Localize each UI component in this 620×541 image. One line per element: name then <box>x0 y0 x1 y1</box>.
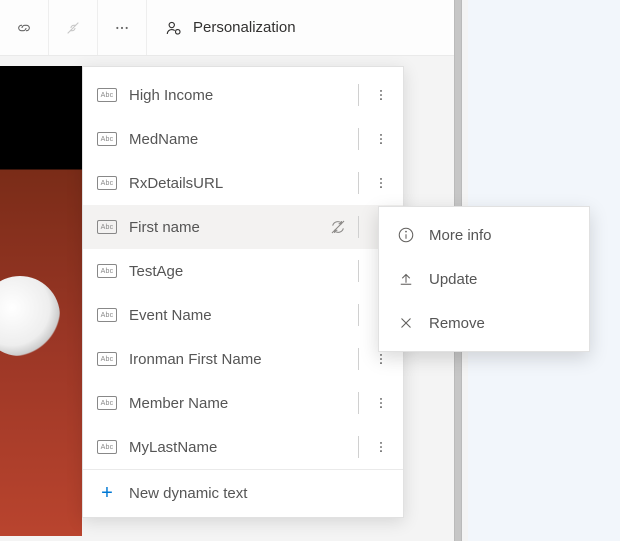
unlink-icon <box>65 20 81 36</box>
divider <box>358 172 359 194</box>
text-type-icon: Abc <box>97 132 117 146</box>
text-type-icon: Abc <box>97 264 117 278</box>
row-overflow-button[interactable] <box>371 132 391 146</box>
link-icon-button[interactable] <box>0 0 49 55</box>
divider <box>358 436 359 458</box>
text-type-icon: Abc <box>97 396 117 410</box>
info-icon <box>397 226 415 244</box>
list-item[interactable]: Abc MedName <box>83 117 403 161</box>
menu-update-label: Update <box>429 271 477 288</box>
list-item[interactable]: Abc Member Name <box>83 381 403 425</box>
list-item-label: Ironman First Name <box>129 351 346 368</box>
unlink-icon-button <box>49 0 98 55</box>
vertical-ellipsis-icon <box>374 132 388 146</box>
list-item[interactable]: Abc MyLastName <box>83 425 403 469</box>
vertical-ellipsis-icon <box>374 396 388 410</box>
dynamic-text-list[interactable]: AbcHigh IncomeAbcMedNameAbcRxDetailsURLA… <box>83 67 403 469</box>
menu-more-info[interactable]: More info <box>379 213 589 257</box>
vertical-ellipsis-icon <box>374 176 388 190</box>
list-item-label: TestAge <box>129 263 346 280</box>
vertical-ellipsis-icon <box>374 440 388 454</box>
menu-remove[interactable]: Remove <box>379 301 589 345</box>
list-item[interactable]: Abc High Income <box>83 73 403 117</box>
row-overflow-button[interactable] <box>371 440 391 454</box>
row-overflow-button[interactable] <box>371 88 391 102</box>
divider <box>358 128 359 150</box>
list-item-label: First name <box>129 219 318 236</box>
list-item[interactable]: Abc Event Name <box>83 293 403 337</box>
new-dynamic-text-label: New dynamic text <box>129 485 247 502</box>
list-item-label: Member Name <box>129 395 346 412</box>
list-item[interactable]: Abc TestAge <box>83 249 403 293</box>
divider <box>358 260 359 282</box>
list-item-label: Event Name <box>129 307 346 324</box>
ellipsis-icon <box>114 20 130 36</box>
close-icon <box>397 314 415 332</box>
text-type-icon: Abc <box>97 440 117 454</box>
list-item[interactable]: Abc RxDetailsURL <box>83 161 403 205</box>
new-dynamic-text-button[interactable]: + New dynamic text <box>83 469 403 517</box>
personalization-button[interactable]: Personalization <box>147 0 314 55</box>
link-icon <box>16 20 32 36</box>
overflow-button[interactable] <box>98 0 147 55</box>
list-item-label: High Income <box>129 87 346 104</box>
vertical-ellipsis-icon <box>374 352 388 366</box>
canvas-background <box>0 66 82 536</box>
text-type-icon: Abc <box>97 176 117 190</box>
upload-icon <box>397 270 415 288</box>
personalization-panel: AbcHigh IncomeAbcMedNameAbcRxDetailsURLA… <box>82 66 404 518</box>
top-toolbar: Personalization <box>0 0 460 56</box>
row-context-menu: More info Update Remove <box>378 206 590 352</box>
menu-update[interactable]: Update <box>379 257 589 301</box>
divider <box>358 216 359 238</box>
divider <box>358 392 359 414</box>
row-overflow-button[interactable] <box>371 352 391 366</box>
text-type-icon: Abc <box>97 352 117 366</box>
text-type-icon: Abc <box>97 220 117 234</box>
text-type-icon: Abc <box>97 88 117 102</box>
menu-more-info-label: More info <box>429 227 492 244</box>
row-overflow-button[interactable] <box>371 176 391 190</box>
menu-remove-label: Remove <box>429 315 485 332</box>
divider <box>358 84 359 106</box>
list-item-label: RxDetailsURL <box>129 175 346 192</box>
list-item[interactable]: Abc First name <box>83 205 403 249</box>
row-overflow-button[interactable] <box>371 396 391 410</box>
personalization-label: Personalization <box>193 19 296 36</box>
personalization-icon <box>165 19 183 37</box>
list-item-label: MedName <box>129 131 346 148</box>
list-item-label: MyLastName <box>129 439 346 456</box>
text-type-icon: Abc <box>97 308 117 322</box>
divider <box>358 348 359 370</box>
sync-disabled-icon <box>330 219 346 235</box>
plus-icon: + <box>97 482 117 505</box>
list-item[interactable]: Abc Ironman First Name <box>83 337 403 381</box>
vertical-ellipsis-icon <box>374 88 388 102</box>
divider <box>358 304 359 326</box>
